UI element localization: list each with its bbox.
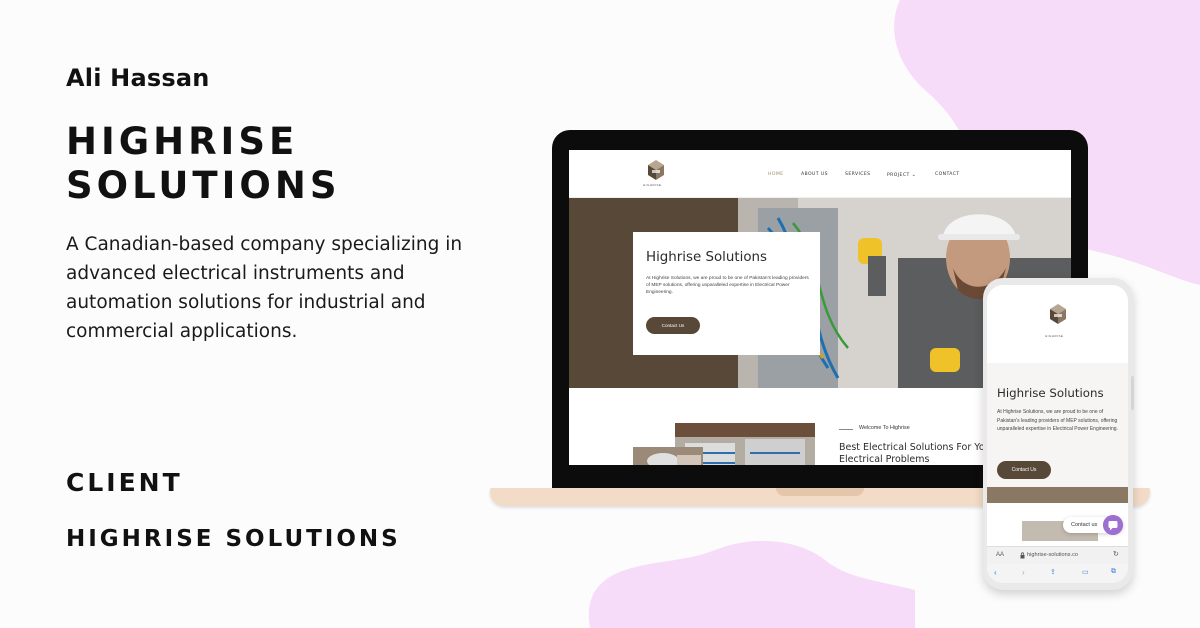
nav-project[interactable]: PROJECT ⌄	[887, 172, 916, 178]
phone-side-button	[1131, 376, 1134, 410]
nav-contact[interactable]: CONTACT	[935, 172, 960, 177]
chevron-down-icon: ⌄	[911, 172, 917, 178]
hero-card: Highrise Solutions At Highrise Solutions…	[633, 232, 820, 355]
worker-helmet-photo	[633, 447, 703, 465]
project-title: HIGHRISE SOLUTIONS	[66, 120, 341, 207]
decorative-blob-bottom	[588, 540, 915, 628]
phone-browser-toolbar: ‹ › ⇪ ▭ ⧉	[987, 564, 1128, 583]
nav-about-us[interactable]: ABOUT US	[801, 172, 828, 177]
url-text: highrise-solutions.co	[1027, 552, 1078, 558]
lock-icon	[1020, 552, 1025, 559]
nav-project-label: PROJECT	[887, 173, 910, 178]
client-label: CLIENT	[66, 468, 183, 497]
nav-services[interactable]: SERVICES	[845, 172, 870, 177]
contact-us-button[interactable]: Contact Us	[646, 317, 700, 334]
phone-site-logo-text: HIGHRISE	[1045, 334, 1064, 338]
back-arrow-icon[interactable]: ‹	[994, 568, 997, 577]
section-title: Best Electrical Solutions For Your Elect…	[839, 442, 995, 465]
hero-text: At Highrise Solutions, we are proud to b…	[646, 276, 809, 295]
bookmarks-icon[interactable]: ▭	[1082, 568, 1089, 576]
welcome-text: Welcome To Highrise	[859, 425, 910, 431]
phone-address-bar[interactable]: AA highrise-solutions.co ↻	[987, 546, 1128, 564]
phone-screen: HIGHRISE Highrise Solutions At Highrise …	[987, 285, 1128, 583]
client-name: HIGHRISE SOLUTIONS	[66, 526, 401, 552]
hero-title: Highrise Solutions	[646, 250, 767, 265]
reload-icon[interactable]: ↻	[1113, 550, 1119, 558]
phone-hero-card: Highrise Solutions At Highrise Solutions…	[987, 363, 1128, 487]
welcome-divider	[839, 429, 853, 430]
site-logo-text: HIGHRISE	[643, 183, 662, 187]
laptop-notch	[776, 488, 864, 496]
share-icon[interactable]: ⇪	[1050, 568, 1056, 576]
project-description: A Canadian-based company specializing in…	[66, 234, 463, 342]
reader-aa-button[interactable]: AA	[996, 552, 1004, 558]
phone-contact-us-button[interactable]: Contact Us	[997, 461, 1051, 479]
nav-home[interactable]: HOME	[768, 172, 784, 177]
phone-hero-title: Highrise Solutions	[997, 386, 1104, 400]
phone-site-logo[interactable]	[1047, 302, 1069, 332]
site-header: HIGHRISE HOME ABOUT US SERVICES PROJECT ⌄…	[569, 150, 1071, 198]
forward-arrow-icon[interactable]: ›	[1022, 568, 1025, 577]
tabs-icon[interactable]: ⧉	[1111, 568, 1116, 576]
author-name: Ali Hassan	[66, 64, 210, 92]
chat-icon[interactable]	[1103, 515, 1123, 535]
phone-hero-text: At Highrise Solutions, we are proud to b…	[997, 409, 1118, 432]
